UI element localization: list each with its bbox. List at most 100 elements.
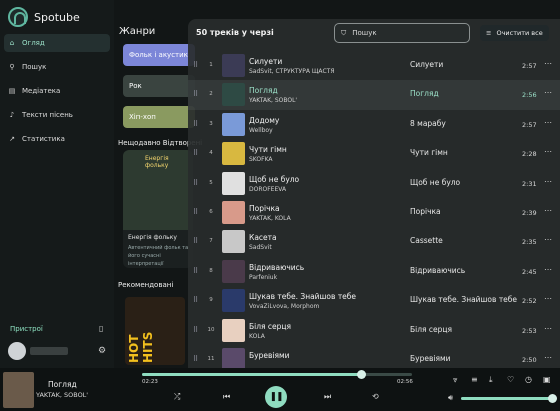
queue-search[interactable]: ⛉ <box>334 23 470 43</box>
queue-row[interactable]: ⠿ 3 Додому Wellboy 8 марабу 2:57 ⋯ <box>188 110 560 139</box>
drag-handle-icon[interactable]: ⠿ <box>193 296 198 304</box>
now-playing-title[interactable]: Погляд <box>48 380 77 389</box>
more-icon[interactable]: ⋯ <box>544 88 552 97</box>
gear-icon[interactable]: ⚙ <box>98 346 106 356</box>
more-icon[interactable]: ⋯ <box>544 177 552 186</box>
recommended-art[interactable]: HOT HITS <box>125 297 185 365</box>
genre-chip[interactable]: Фольк і акустик <box>123 44 195 66</box>
track-title[interactable]: Порічка <box>249 204 280 213</box>
track-album[interactable]: 8 марабу <box>410 119 446 128</box>
more-icon[interactable]: ⋯ <box>544 118 552 127</box>
track-title[interactable]: Шукав тебе. Знайшов тебе <box>249 292 356 301</box>
timer-icon[interactable]: ◷ <box>525 375 532 384</box>
track-album[interactable]: Чути гімн <box>410 148 448 157</box>
more-icon[interactable]: ⋯ <box>544 265 552 274</box>
download-icon[interactable]: ⤓ <box>489 375 493 385</box>
devices-label[interactable]: Пристрої <box>10 325 43 333</box>
more-icon[interactable]: ⋯ <box>544 235 552 244</box>
track-artist[interactable]: Wellboy <box>249 127 273 134</box>
track-album[interactable]: Буревіями <box>410 354 451 363</box>
drag-handle-icon[interactable]: ⠿ <box>193 355 198 363</box>
track-album[interactable]: Погляд <box>410 89 439 98</box>
previous-icon[interactable]: ⏮ <box>223 392 230 402</box>
shuffle-icon[interactable]: ⤮ <box>174 392 180 402</box>
filter-list-icon[interactable]: ≡ <box>471 375 478 384</box>
drag-handle-icon[interactable]: ⠿ <box>193 61 198 69</box>
track-title[interactable]: Чути гімн <box>249 145 287 154</box>
playlist-card[interactable]: Енергія фольку Енергія фольку Автентични… <box>123 150 193 268</box>
drag-handle-icon[interactable]: ⠿ <box>193 149 198 157</box>
search-input[interactable] <box>352 29 453 37</box>
volume-icon[interactable]: 🔊︎ <box>448 393 453 403</box>
queue-row[interactable]: ⠿ 10 Біля серця KOLA Біля серця 2:53 ⋯ <box>188 316 560 345</box>
drag-handle-icon[interactable]: ⠿ <box>193 208 198 216</box>
track-title[interactable]: Касета <box>249 233 277 242</box>
track-album[interactable]: Порічка <box>410 207 441 216</box>
queue-row[interactable]: ⠿ 4 Чути гімн SKOFKA Чути гімн 2:28 ⋯ <box>188 139 560 168</box>
now-playing-artist[interactable]: YAKTAK, SOBOL' <box>36 391 88 399</box>
genre-chip[interactable]: Хіп-хоп <box>123 106 195 128</box>
progress-bar[interactable] <box>142 370 412 379</box>
genre-chip[interactable]: Рок <box>123 75 195 97</box>
volume-slider[interactable] <box>461 394 558 403</box>
track-artist[interactable]: SKOFKA <box>249 156 273 163</box>
pause-button[interactable]: ❚❚ <box>265 386 287 408</box>
now-playing-art[interactable] <box>3 372 34 408</box>
mini-player-icon[interactable]: ▣ <box>543 375 551 384</box>
track-album[interactable]: Шукав тебе. Знайшов тебе <box>410 295 517 304</box>
queue-row[interactable]: ⠿ 6 Порічка YAKTAK, KOLA Порічка 2:39 ⋯ <box>188 198 560 227</box>
drag-handle-icon[interactable]: ⠿ <box>193 179 198 187</box>
more-icon[interactable]: ⋯ <box>544 59 552 68</box>
track-title[interactable]: Біля серця <box>249 322 291 331</box>
heart-icon[interactable]: ♡ <box>507 375 514 384</box>
queue-row[interactable]: ⠿ 5 Щоб не було DOROFEEVA Щоб не було 2:… <box>188 169 560 198</box>
drag-handle-icon[interactable]: ⠿ <box>193 326 198 334</box>
next-icon[interactable]: ⏭ <box>324 392 331 402</box>
track-artist[interactable]: SadSvit <box>249 244 272 251</box>
queue-row[interactable]: ⠿ 1 Силуети SadSvit, СТРУКТУРА ЩАСТЯ Сил… <box>188 51 560 80</box>
sidebar-item-overview[interactable]: ⌂ Огляд <box>4 34 110 52</box>
drag-handle-icon[interactable]: ⠿ <box>193 237 198 245</box>
volume-handle[interactable] <box>548 394 558 403</box>
track-title[interactable]: Буревіями <box>249 351 290 360</box>
track-artist[interactable]: KOLA <box>249 333 265 340</box>
drag-handle-icon[interactable]: ⠿ <box>193 120 198 128</box>
sidebar-item-stats[interactable]: ↗ Статистика <box>4 130 110 148</box>
track-album[interactable]: Відриваючись <box>410 266 465 275</box>
queue-row[interactable]: ⠿ 7 Касета SadSvit Cassette 2:35 ⋯ <box>188 227 560 256</box>
more-icon[interactable]: ⋯ <box>544 353 552 362</box>
queue-row[interactable]: ⠿ 2 Погляд YAKTAK, SOBOL' Погляд 2:56 ⋯ <box>188 80 560 110</box>
track-title[interactable]: Погляд <box>249 86 278 95</box>
track-artist[interactable]: SadSvit, СТРУКТУРА ЩАСТЯ <box>249 68 335 75</box>
more-icon[interactable]: ⋯ <box>544 206 552 215</box>
more-icon[interactable]: ⋯ <box>544 324 552 333</box>
sidebar-item-library[interactable]: ▤ Медіатека <box>4 82 110 100</box>
more-icon[interactable]: ⋯ <box>544 147 552 156</box>
track-artist[interactable]: Parfeniuk <box>249 274 277 281</box>
more-icon[interactable]: ⋯ <box>544 294 552 303</box>
sidebar-item-search[interactable]: ⚲ Пошук <box>4 58 110 76</box>
track-artist[interactable]: YAKTAK, KOLA <box>249 215 291 222</box>
track-album[interactable]: Щоб не було <box>410 178 460 187</box>
track-album[interactable]: Силуети <box>410 60 443 69</box>
track-album[interactable]: Cassette <box>410 236 443 245</box>
track-artist[interactable]: DOROFEEVA <box>249 186 286 193</box>
track-artist[interactable]: VovaZiLvova, Morphom <box>249 303 319 310</box>
track-title[interactable]: Щоб не було <box>249 175 299 184</box>
avatar[interactable] <box>8 342 26 360</box>
progress-handle[interactable] <box>356 370 366 379</box>
queue-row[interactable]: ⠿ 8 Відриваючись Parfeniuk Відриваючись … <box>188 257 560 286</box>
devices-icon[interactable]: ▯ <box>99 324 103 333</box>
repeat-icon[interactable]: ⟲ <box>372 392 379 401</box>
track-title[interactable]: Додому <box>249 116 279 125</box>
track-album[interactable]: Біля серця <box>410 325 452 334</box>
clear-all-button[interactable]: ≡ Очистити все <box>480 25 549 41</box>
drag-handle-icon[interactable]: ⠿ <box>193 90 198 98</box>
sidebar-item-lyrics[interactable]: ♪ Тексти пісень <box>4 106 110 124</box>
queue-icon[interactable]: ⩔ <box>453 375 458 385</box>
track-artist[interactable]: YAKTAK, SOBOL' <box>249 97 297 104</box>
track-title[interactable]: Силуети <box>249 57 282 66</box>
track-title[interactable]: Відриваючись <box>249 263 304 272</box>
queue-row[interactable]: ⠿ 9 Шукав тебе. Знайшов тебе VovaZiLvova… <box>188 286 560 315</box>
drag-handle-icon[interactable]: ⠿ <box>193 267 198 275</box>
